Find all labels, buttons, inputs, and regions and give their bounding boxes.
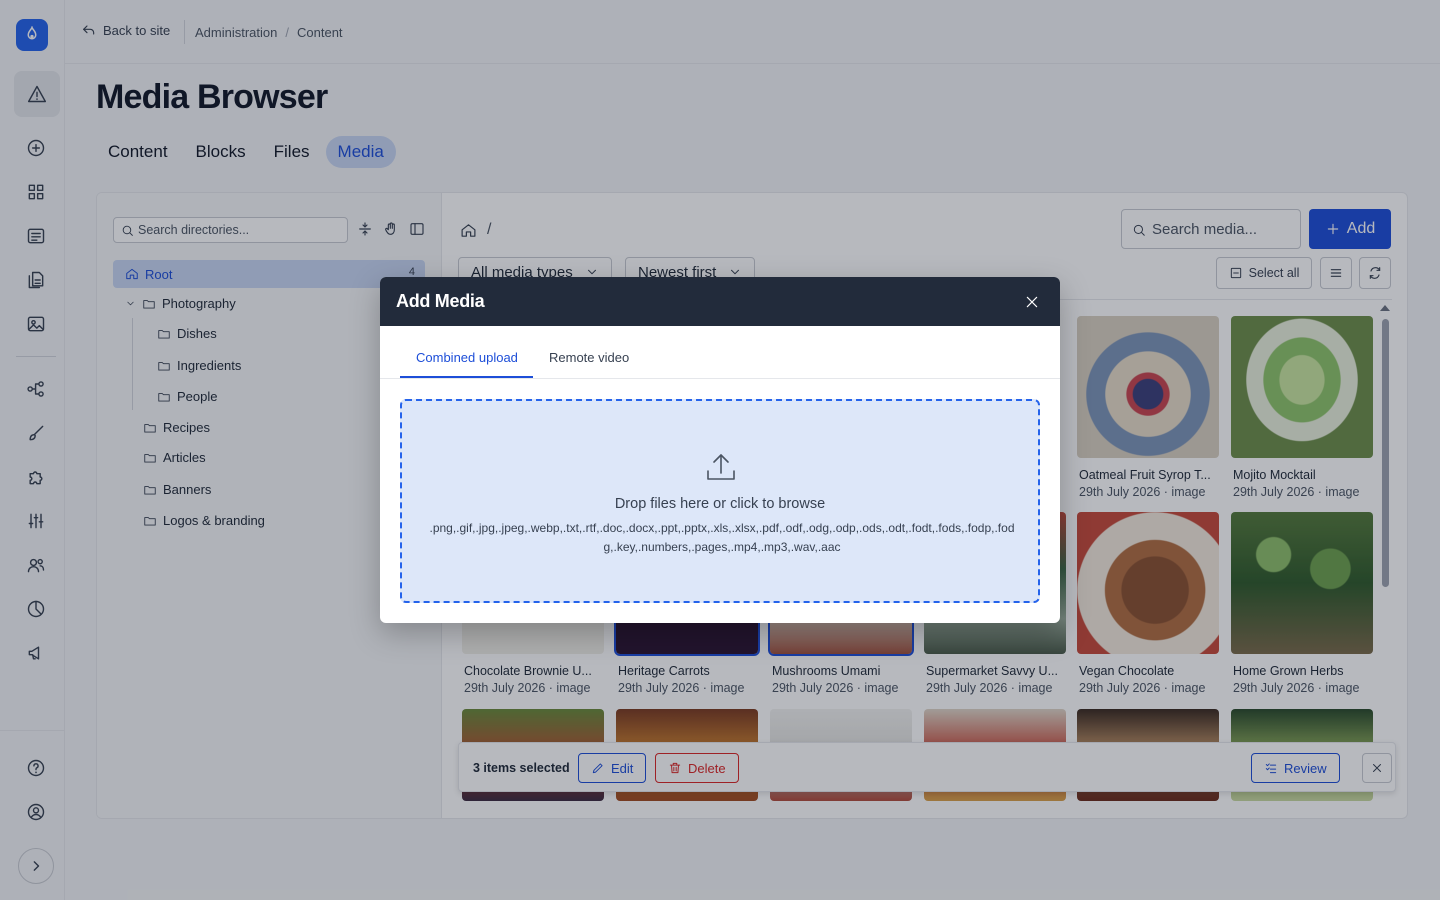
upload-icon — [704, 451, 738, 483]
close-icon — [1026, 296, 1038, 308]
active-tab-indicator — [400, 376, 533, 378]
dialog-title: Add Media — [396, 291, 485, 311]
dialog-header: Add Media — [380, 277, 1060, 326]
dialog-tabs: Combined upload Remote video — [380, 326, 1060, 379]
dialog-close-button[interactable] — [1024, 294, 1040, 310]
tab-remote-video[interactable]: Remote video — [549, 350, 629, 365]
add-media-dialog: Add Media Combined upload Remote video D… — [380, 277, 1060, 623]
dropzone-label: Drop files here or click to browse — [614, 496, 826, 512]
tab-combined-upload[interactable]: Combined upload — [416, 350, 518, 365]
file-dropzone[interactable]: Drop files here or click to browse .png,… — [400, 399, 1040, 603]
accepted-file-types: .png,.gif,.jpg,.jpeg,.webp,.txt,.rtf,.do… — [429, 521, 1015, 554]
